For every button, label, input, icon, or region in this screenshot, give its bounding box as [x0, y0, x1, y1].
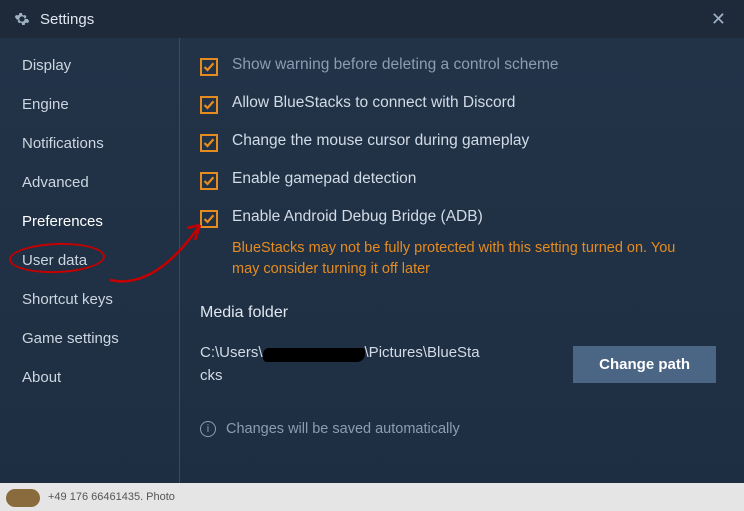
- sidebar-item-engine[interactable]: Engine: [0, 85, 179, 124]
- sidebar-item-preferences[interactable]: Preferences: [0, 202, 179, 241]
- sidebar-item-user-data[interactable]: User data: [0, 241, 179, 280]
- sidebar-item-shortcut-keys[interactable]: Shortcut keys: [0, 280, 179, 319]
- sidebar-item-about[interactable]: About: [0, 358, 179, 397]
- option-row: Enable gamepad detection: [200, 170, 716, 190]
- change-path-button[interactable]: Change path: [573, 346, 716, 383]
- path-prefix: C:\Users\: [200, 344, 263, 361]
- info-icon: i: [200, 421, 216, 437]
- option-row: Enable Android Debug Bridge (ADB): [200, 208, 716, 228]
- sidebar-item-display[interactable]: Display: [0, 46, 179, 85]
- option-label: Enable Android Debug Bridge (ADB): [232, 208, 483, 226]
- option-label: Show warning before deleting a control s…: [232, 56, 559, 74]
- gear-icon: [14, 11, 30, 27]
- settings-header: Settings ✕: [0, 0, 744, 38]
- option-label: Enable gamepad detection: [232, 170, 416, 188]
- sidebar-item-advanced[interactable]: Advanced: [0, 163, 179, 202]
- sidebar: DisplayEngineNotificationsAdvancedPrefer…: [0, 38, 180, 511]
- redacted-username: [263, 348, 365, 362]
- media-folder-path: C:\Users\\Pictures\BlueStacks: [200, 342, 480, 387]
- option-row: Change the mouse cursor during gameplay: [200, 132, 716, 152]
- checkbox[interactable]: [200, 58, 218, 76]
- checkbox[interactable]: [200, 210, 218, 228]
- media-folder-row: C:\Users\\Pictures\BlueStacks Change pat…: [200, 342, 716, 387]
- sidebar-item-notifications[interactable]: Notifications: [0, 124, 179, 163]
- option-label: Change the mouse cursor during gameplay: [232, 132, 529, 150]
- checkbox[interactable]: [200, 172, 218, 190]
- background-text: +49 176 66461435. Photo: [48, 491, 175, 503]
- checkbox[interactable]: [200, 134, 218, 152]
- option-row: Show warning before deleting a control s…: [200, 56, 716, 76]
- checkbox[interactable]: [200, 96, 218, 114]
- sidebar-item-game-settings[interactable]: Game settings: [0, 319, 179, 358]
- content-pane: Show warning before deleting a control s…: [180, 38, 744, 511]
- option-label: Allow BlueStacks to connect with Discord: [232, 94, 515, 112]
- adb-warning: BlueStacks may not be fully protected wi…: [232, 238, 692, 280]
- main-layout: DisplayEngineNotificationsAdvancedPrefer…: [0, 38, 744, 511]
- autosave-note: i Changes will be saved automatically: [200, 421, 716, 437]
- close-icon[interactable]: ✕: [707, 6, 730, 32]
- settings-title: Settings: [40, 11, 94, 28]
- media-folder-title: Media folder: [200, 304, 716, 322]
- background-pill: [6, 489, 40, 507]
- autosave-text: Changes will be saved automatically: [226, 421, 460, 437]
- option-row: Allow BlueStacks to connect with Discord: [200, 94, 716, 114]
